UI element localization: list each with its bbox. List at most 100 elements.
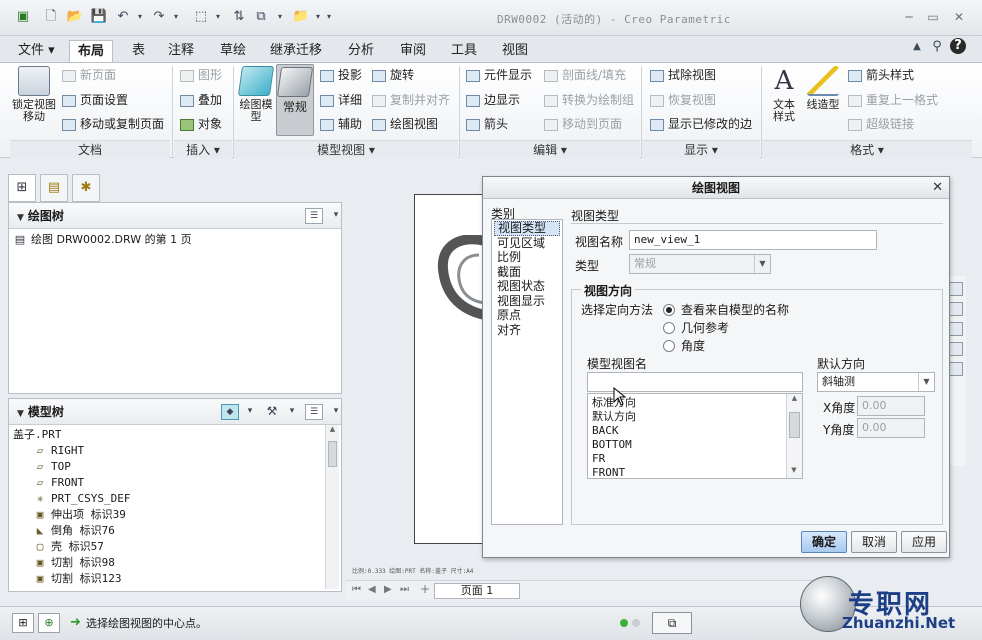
category-item[interactable]: 可见区域 xyxy=(494,236,560,251)
category-item[interactable]: 原点 xyxy=(494,308,560,323)
radio-button-icon[interactable] xyxy=(663,321,675,334)
tab-legacy-migration[interactable]: 继承迁移 xyxy=(262,40,330,62)
regenerate-icon[interactable]: ⬚ xyxy=(192,8,210,26)
category-item[interactable]: 视图状态 xyxy=(494,279,560,294)
refit-icon[interactable] xyxy=(948,342,963,356)
repaint-icon[interactable] xyxy=(948,362,963,376)
arrow-button[interactable]: 箭头 xyxy=(466,115,508,133)
category-item[interactable]: 截面 xyxy=(494,265,560,280)
help-icon[interactable]: ? xyxy=(950,38,966,54)
convert-sketch-group-button[interactable]: 转换为绘制组 xyxy=(544,91,634,109)
edge-display-button[interactable]: 边显示 xyxy=(466,91,520,109)
overlay-button[interactable]: 叠加 xyxy=(180,91,222,109)
dialog-title-bar[interactable]: 绘图视图 ✕ xyxy=(483,177,949,199)
zoom-out-icon[interactable] xyxy=(948,302,963,316)
tree-row[interactable]: ▤ 绘图 DRW0002.DRW 的第 1 页 xyxy=(13,232,337,248)
y-angle-field[interactable]: 0.00 xyxy=(857,418,925,438)
windows-dropdown-icon[interactable]: ▾ xyxy=(271,8,289,26)
zoom-in-icon[interactable] xyxy=(948,282,963,296)
model-view-item[interactable]: BACK xyxy=(592,424,798,438)
category-item[interactable]: 比例 xyxy=(494,250,560,265)
cancel-button[interactable]: 取消 xyxy=(851,531,897,553)
model-tree-tab-icon[interactable]: ⊞ xyxy=(8,174,36,202)
projection-button[interactable]: 投影 xyxy=(320,66,362,84)
model-view-item[interactable]: FRONT xyxy=(592,466,798,478)
move-copy-page-button[interactable]: 移动或复制页面 xyxy=(62,115,164,133)
new-page-button[interactable]: 新页面 xyxy=(62,66,116,84)
tab-layout[interactable]: 布局 xyxy=(69,40,114,62)
group-edit[interactable]: 编辑 ▾ xyxy=(460,140,640,158)
search-icon[interactable]: ⚲ xyxy=(928,38,946,56)
line-style-button[interactable]: 线造型 xyxy=(806,66,840,111)
regenerate-dropdown-icon[interactable]: ▾ xyxy=(209,8,227,26)
minimize-button[interactable]: ─ xyxy=(900,9,918,25)
undo-icon[interactable]: ↶ xyxy=(114,8,132,26)
collapse-ribbon-icon[interactable]: ▲ xyxy=(908,38,926,56)
last-page-icon[interactable]: ⏭ xyxy=(400,584,409,595)
folder-icon[interactable]: 📁 xyxy=(292,8,310,26)
category-item[interactable]: 视图显示 xyxy=(494,294,560,309)
open-file-icon[interactable]: 📂 xyxy=(66,8,84,26)
model-view-item[interactable]: BOTTOM xyxy=(592,438,798,452)
close-window-button[interactable]: ✕ xyxy=(950,9,968,25)
selection-filter-icon[interactable]: ⧉ xyxy=(652,612,692,634)
customize-qat-icon[interactable]: ▾ xyxy=(320,8,338,26)
category-item[interactable]: 视图类型 xyxy=(494,221,560,236)
tree-settings-icon[interactable]: ☰ xyxy=(305,404,323,420)
scroll-thumb[interactable] xyxy=(328,441,337,467)
toggle-navigator-icon[interactable]: ⊞ xyxy=(12,613,34,633)
drawing-tree-header[interactable]: ▼ 绘图树 ☰ ▾ xyxy=(9,203,341,229)
redo-icon[interactable]: ↷ xyxy=(150,8,168,26)
tree-row[interactable]: ◣ 倒角 标识76 xyxy=(13,523,337,539)
group-insert[interactable]: 插入 ▾ xyxy=(174,140,232,158)
x-angle-field[interactable]: 0.00 xyxy=(857,396,925,416)
element-display-button[interactable]: 元件显示 xyxy=(466,66,532,84)
maximize-button[interactable]: ▭ xyxy=(924,9,942,25)
collapse-triangle-icon[interactable]: ▼ xyxy=(17,409,24,419)
undo-dropdown-icon[interactable]: ▾ xyxy=(131,8,149,26)
redo-dropdown-icon[interactable]: ▾ xyxy=(167,8,185,26)
drawing-model-button[interactable]: 绘图模型 xyxy=(237,66,275,123)
copy-align-button[interactable]: 复制并对齐 xyxy=(372,91,450,109)
sort-icon[interactable]: ⇅ xyxy=(230,8,248,26)
tree-root[interactable]: 盖子.PRT xyxy=(13,427,337,443)
auxiliary-view-button[interactable]: 辅助 xyxy=(320,115,362,133)
move-to-page-button[interactable]: 移动到页面 xyxy=(544,115,622,133)
add-page-icon[interactable]: + xyxy=(420,582,430,596)
model-tree-scrollbar[interactable]: ▲ xyxy=(325,425,339,589)
tab-tools[interactable]: 工具 xyxy=(443,40,485,62)
general-view-button[interactable]: 常规 xyxy=(276,64,314,136)
dialog-close-icon[interactable]: ✕ xyxy=(932,177,943,199)
erase-view-button[interactable]: 拭除视图 xyxy=(650,66,716,84)
tab-analysis[interactable]: 分析 xyxy=(340,40,382,62)
radio-button-icon[interactable] xyxy=(663,303,675,316)
group-model-views[interactable]: 模型视图 ▾ xyxy=(234,140,458,158)
collapse-triangle-icon[interactable]: ▼ xyxy=(17,213,24,223)
app-icon[interactable]: ▣ xyxy=(14,8,32,26)
tree-row[interactable]: ✳ PRT_CSYS_DEF xyxy=(13,491,337,507)
object-button[interactable]: 对象 xyxy=(180,115,222,133)
windows-icon[interactable]: ⧉ xyxy=(252,8,270,26)
type-select[interactable]: 常规 ▼ xyxy=(629,254,771,274)
tree-row[interactable]: ▢ 壳 标识57 xyxy=(13,539,337,555)
save-icon[interactable]: 💾 xyxy=(90,8,108,26)
graphics-button[interactable]: 图形 xyxy=(180,66,222,84)
tab-annotate[interactable]: 注释 xyxy=(160,40,202,62)
model-view-item[interactable]: 默认方向 xyxy=(592,410,798,424)
orientation-radio[interactable]: 角度 xyxy=(663,337,705,354)
prev-page-icon[interactable]: ◀ xyxy=(368,584,376,595)
tab-review[interactable]: 审阅 xyxy=(392,40,434,62)
text-style-button[interactable]: A 文本样式 xyxy=(768,66,800,123)
show-modified-edges-button[interactable]: 显示已修改的边 xyxy=(650,115,752,133)
hyperlink-button[interactable]: 超级链接 xyxy=(848,115,914,133)
toggle-browser-icon[interactable]: ⊕ xyxy=(38,613,60,633)
orientation-radio[interactable]: 几何参考 xyxy=(663,319,729,336)
scroll-down-icon[interactable]: ▼ xyxy=(787,466,801,478)
tree-dropdown-icon[interactable]: ▾ xyxy=(327,208,345,224)
arrow-style-button[interactable]: 箭头样式 xyxy=(848,66,914,84)
tab-file[interactable]: 文件 ▾ xyxy=(10,40,63,62)
folder-browser-tab-icon[interactable]: ▤ xyxy=(40,174,68,202)
drawing-view-button[interactable]: 绘图视图 xyxy=(372,115,438,133)
tree-filters-icon[interactable]: ⚒ xyxy=(263,404,281,420)
model-display-icon[interactable]: ◆ xyxy=(221,404,239,420)
